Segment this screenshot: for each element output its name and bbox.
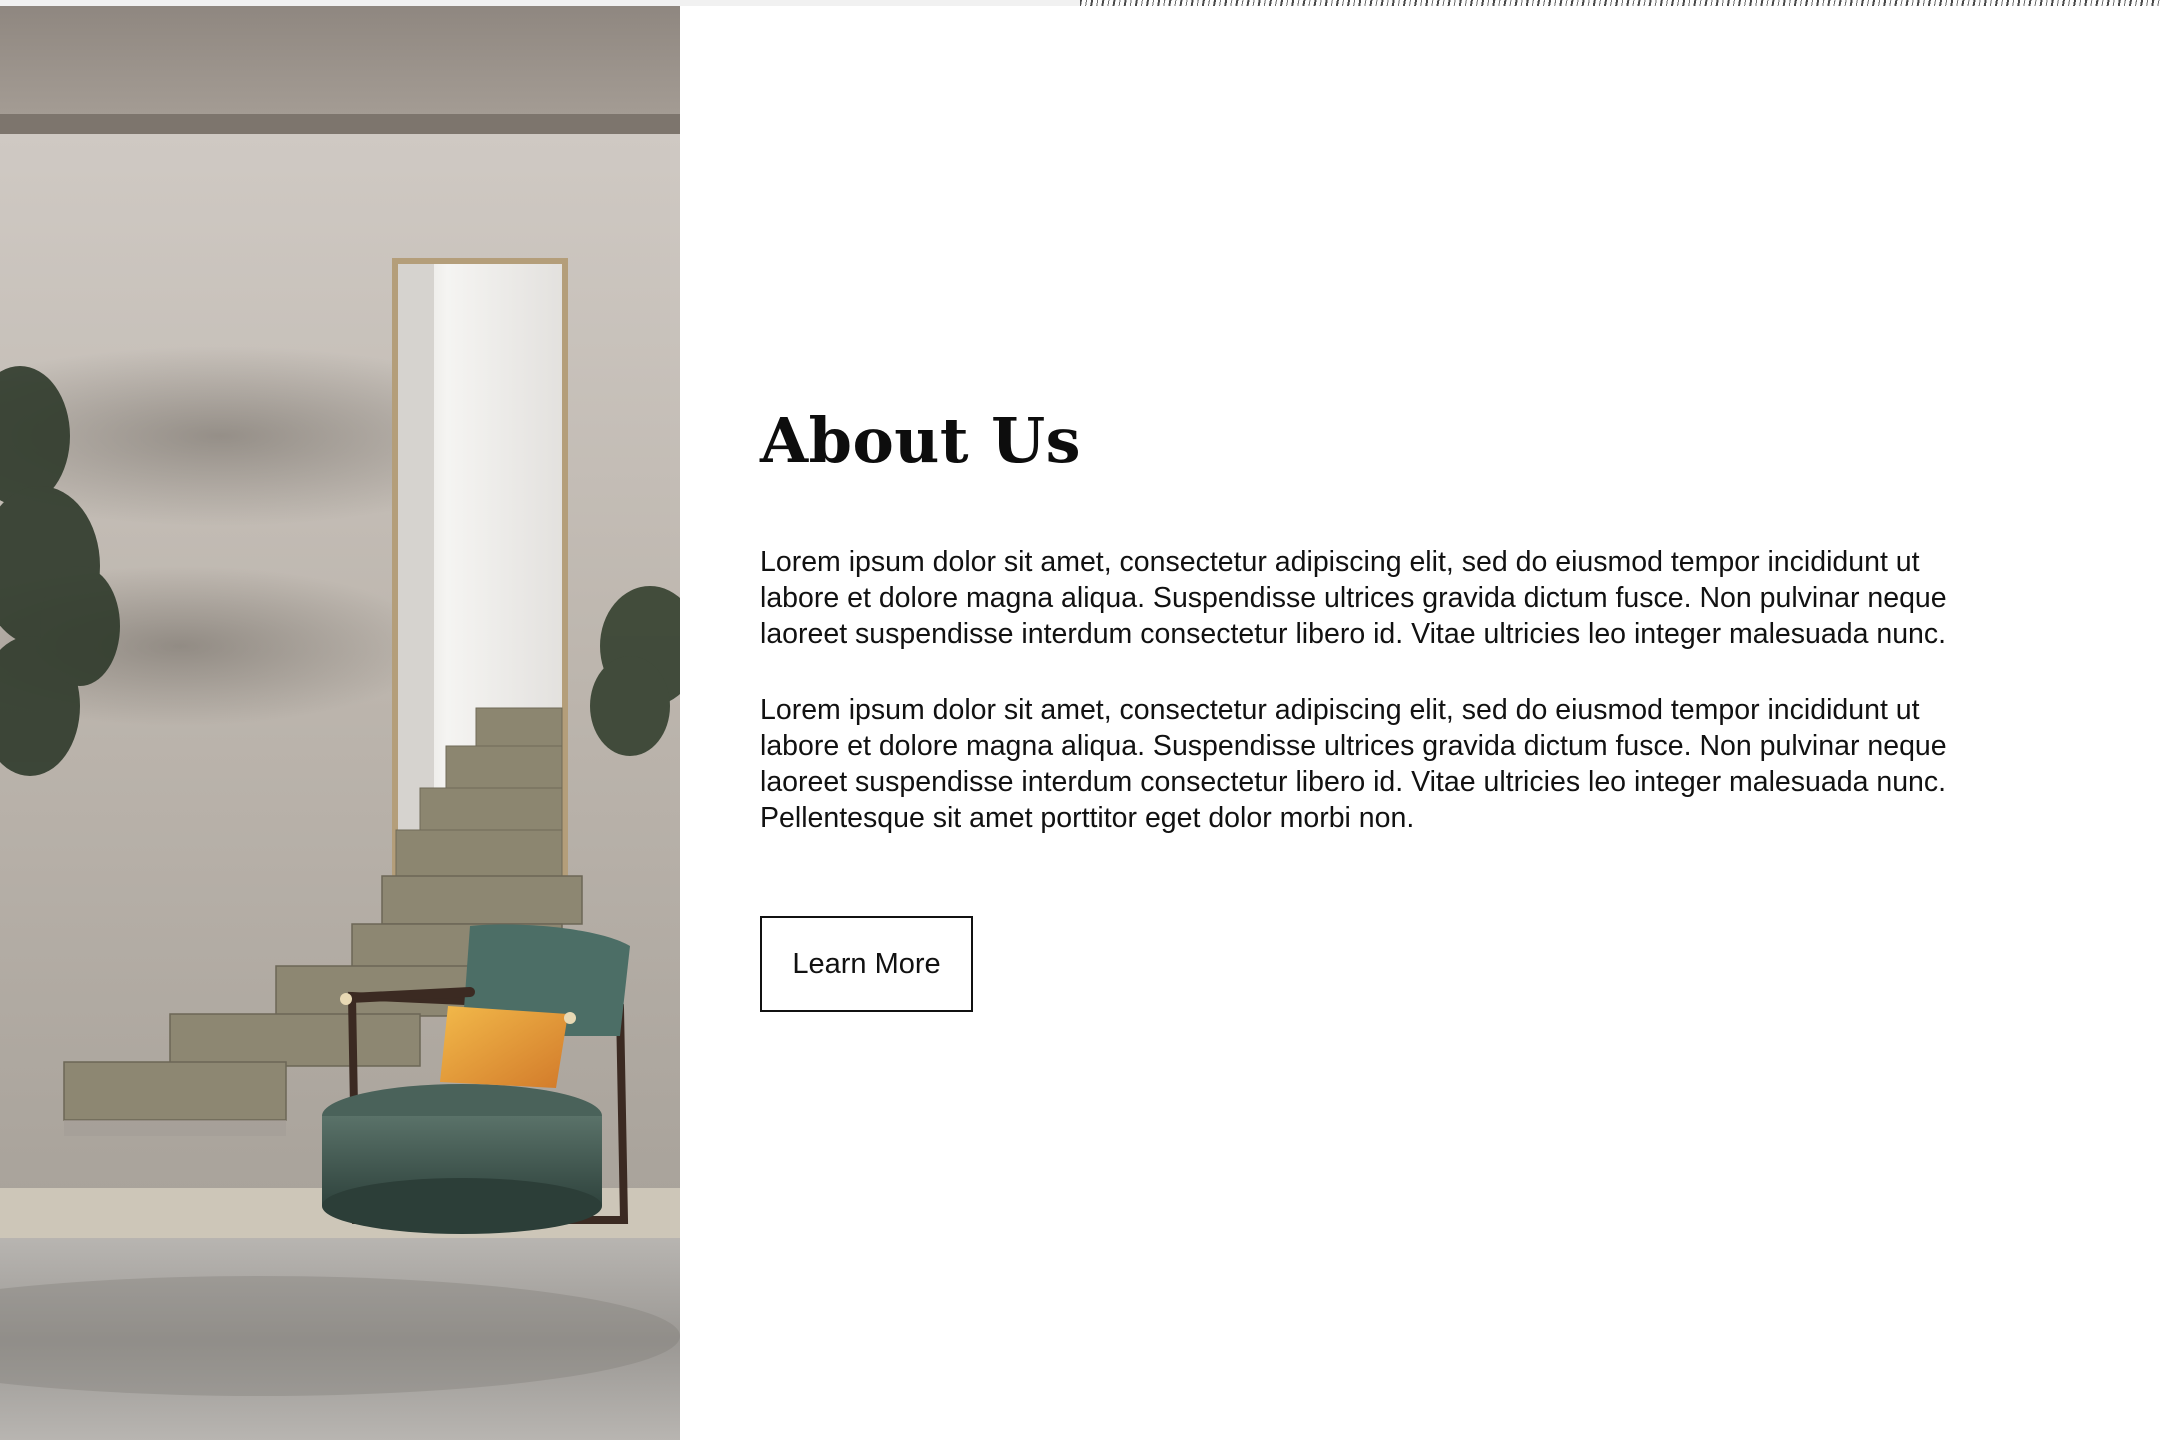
about-title: About Us xyxy=(760,404,1082,477)
about-section: About Us Lorem ipsum dolor sit amet, con… xyxy=(760,404,1970,1012)
page: About Us Lorem ipsum dolor sit amet, con… xyxy=(0,0,2160,1440)
hero-image xyxy=(0,6,680,1440)
top-texture-strip xyxy=(1080,0,2160,6)
about-paragraph-2: Lorem ipsum dolor sit amet, consectetur … xyxy=(760,694,1947,834)
learn-more-button[interactable]: Learn More xyxy=(760,916,973,1012)
about-paragraph-1: Lorem ipsum dolor sit amet, consectetur … xyxy=(760,546,1947,650)
hero-illustration xyxy=(0,6,680,1440)
